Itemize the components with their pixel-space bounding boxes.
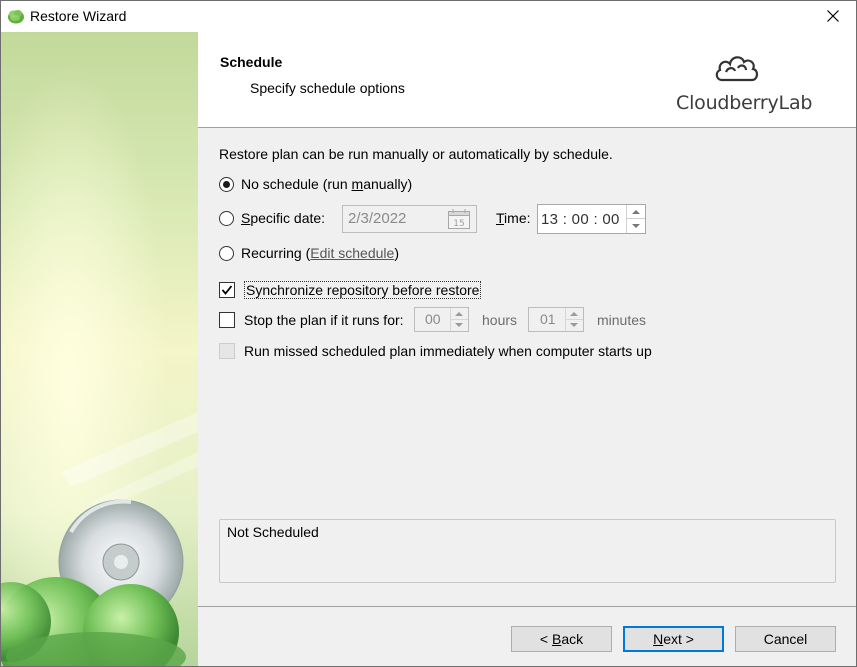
run-missed-label: Run missed scheduled plan immediately wh… bbox=[244, 343, 652, 359]
wizard-side-banner bbox=[1, 32, 198, 666]
sync-repository-option[interactable]: Synchronize repository before restore bbox=[219, 281, 482, 299]
window-title: Restore Wizard bbox=[30, 8, 127, 24]
time-picker[interactable]: 13 : 00 : 00 bbox=[537, 204, 646, 234]
hours-up-arrow-icon[interactable] bbox=[455, 312, 463, 316]
hours-stepper[interactable]: 00 bbox=[414, 307, 469, 332]
minutes-label: minutes bbox=[597, 312, 647, 328]
specific-date-radio[interactable] bbox=[219, 210, 234, 226]
time-label: Time: bbox=[496, 210, 531, 226]
run-missed-checkbox bbox=[219, 343, 235, 359]
recurring-option[interactable]: Recurring (Edit schedule) bbox=[219, 245, 399, 261]
minutes-value: 01 bbox=[540, 311, 556, 327]
schedule-status-box: Not Scheduled bbox=[219, 519, 836, 583]
hours-label: hours bbox=[482, 312, 518, 328]
time-spinner[interactable] bbox=[626, 205, 645, 233]
title-bar: Restore Wizard bbox=[1, 1, 856, 32]
schedule-options-panel: Restore plan can be run manually or auto… bbox=[198, 128, 856, 606]
stop-plan-option[interactable]: Stop the plan if it runs for: bbox=[219, 312, 404, 328]
recurring-label: Recurring (Edit schedule) bbox=[241, 245, 399, 261]
cloud-logo-icon bbox=[715, 56, 759, 82]
time-value: 13 : 00 : 00 bbox=[541, 211, 620, 228]
restore-wizard-window: Restore Wizard Schedule Specify schedule… bbox=[0, 0, 857, 667]
time-up-arrow-icon[interactable] bbox=[632, 210, 640, 214]
stop-plan-label: Stop the plan if it runs for: bbox=[244, 312, 404, 328]
no-schedule-radio[interactable] bbox=[219, 176, 234, 192]
minutes-stepper[interactable]: 01 bbox=[528, 307, 584, 332]
run-missed-option: Run missed scheduled plan immediately wh… bbox=[219, 343, 652, 359]
edit-schedule-link[interactable]: Edit schedule bbox=[310, 245, 394, 261]
wizard-footer: < Back Next > Cancel bbox=[198, 606, 856, 666]
specific-date-option[interactable]: Specific date: bbox=[219, 210, 325, 226]
hours-down-arrow-icon[interactable] bbox=[455, 323, 463, 327]
brand-name: CloudberryLab bbox=[676, 92, 813, 114]
cancel-button[interactable]: Cancel bbox=[735, 626, 836, 652]
time-down-arrow-icon[interactable] bbox=[632, 224, 640, 228]
minutes-down-arrow-icon[interactable] bbox=[570, 323, 578, 327]
back-button[interactable]: < Back bbox=[511, 626, 612, 652]
calendar-icon[interactable]: 15 bbox=[448, 209, 470, 232]
next-button[interactable]: Next > bbox=[623, 626, 724, 652]
no-schedule-option[interactable]: No schedule (run manually) bbox=[219, 176, 412, 192]
date-value: 2/3/2022 bbox=[348, 210, 407, 227]
hours-value: 00 bbox=[425, 311, 441, 327]
sync-repository-label: Synchronize repository before restore bbox=[244, 281, 482, 299]
page-title: Schedule bbox=[220, 54, 283, 70]
wizard-header: Schedule Specify schedule options Cloudb… bbox=[198, 32, 856, 128]
date-picker[interactable]: 2/3/2022 15 bbox=[342, 205, 477, 233]
calendar-day: 15 bbox=[453, 219, 464, 229]
intro-text: Restore plan can be run manually or auto… bbox=[219, 146, 613, 162]
recurring-radio[interactable] bbox=[219, 245, 234, 261]
page-subtitle: Specify schedule options bbox=[250, 80, 405, 96]
close-button[interactable] bbox=[810, 1, 856, 32]
specific-date-label: Specific date: bbox=[241, 210, 326, 226]
minutes-up-arrow-icon[interactable] bbox=[570, 312, 578, 316]
sync-repository-checkbox[interactable] bbox=[219, 282, 235, 298]
stop-plan-checkbox[interactable] bbox=[219, 312, 235, 328]
schedule-status-text: Not Scheduled bbox=[227, 524, 319, 540]
minutes-spinner[interactable] bbox=[565, 308, 583, 331]
hours-spinner[interactable] bbox=[450, 308, 468, 331]
cloudberry-app-icon bbox=[7, 8, 25, 24]
no-schedule-label: No schedule (run manually) bbox=[241, 176, 413, 192]
checkmark-icon bbox=[221, 285, 233, 295]
cloudberrylab-logo: CloudberryLab bbox=[676, 46, 813, 116]
close-icon bbox=[827, 9, 839, 25]
